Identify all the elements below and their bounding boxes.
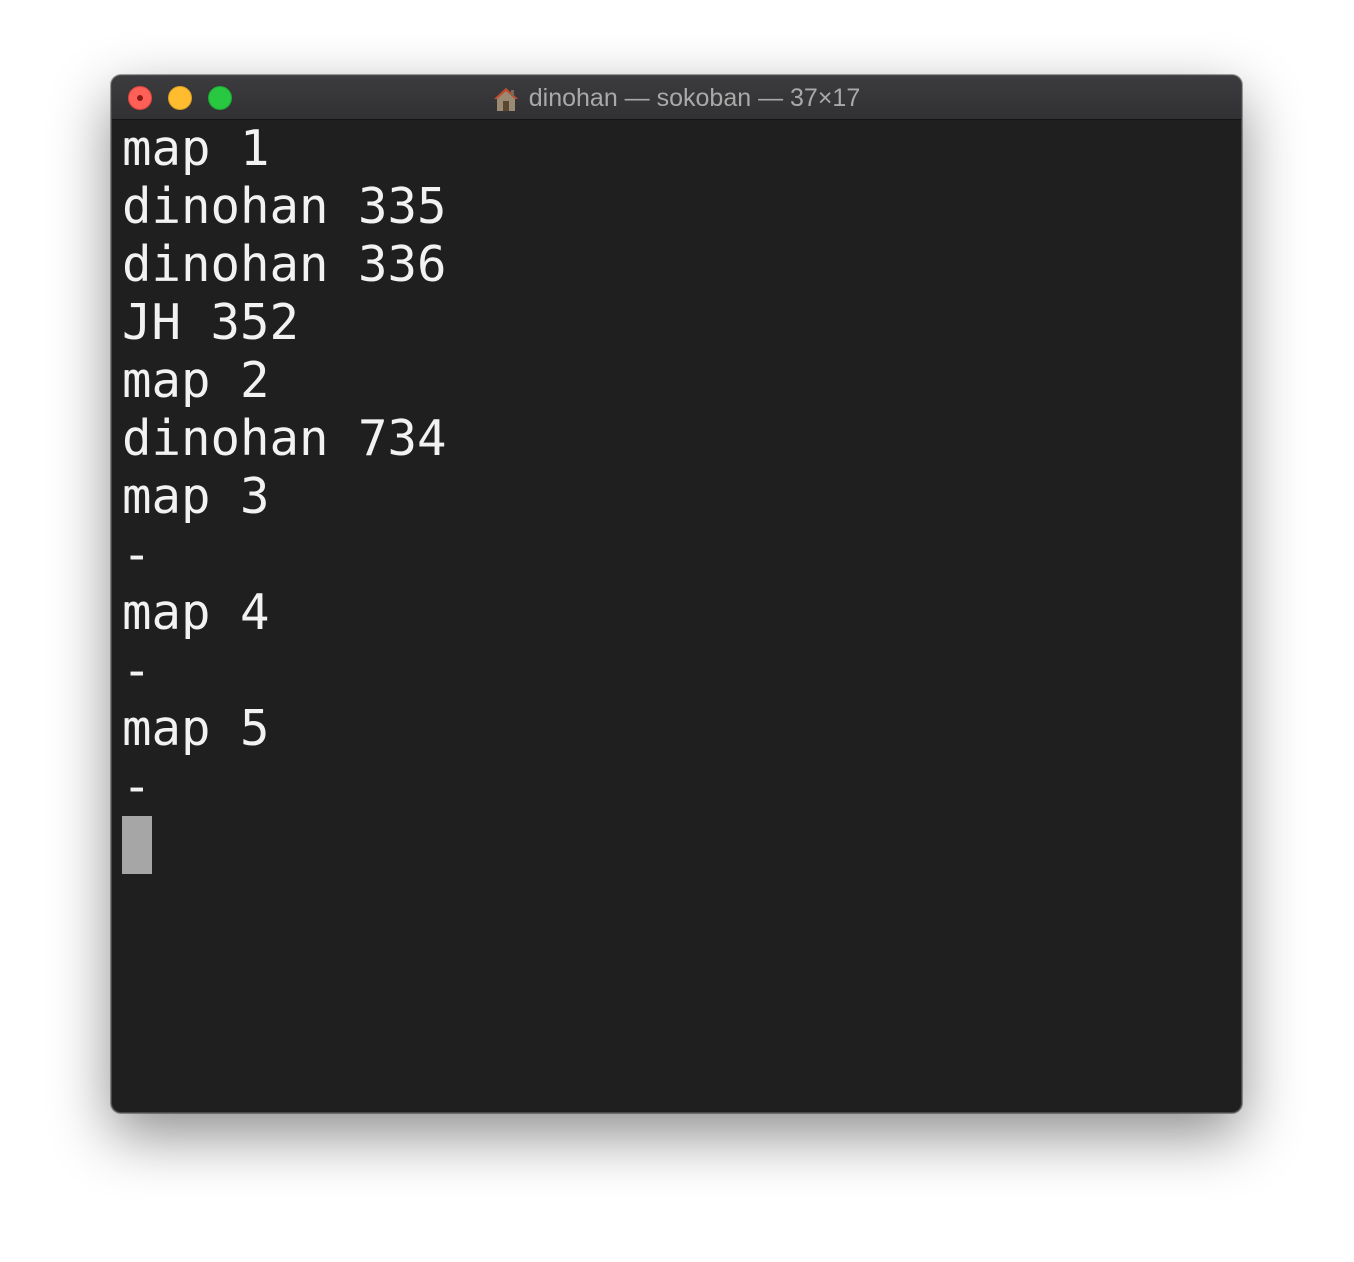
terminal-window: dinohan — sokoban — 37×17 map 1 dinohan … xyxy=(111,75,1242,1113)
terminal-line: dinohan 734 xyxy=(122,410,447,467)
terminal-line: map 1 xyxy=(122,120,270,177)
terminal-line: map 4 xyxy=(122,584,270,641)
terminal-line: dinohan 336 xyxy=(122,236,447,293)
text-cursor xyxy=(122,816,152,874)
terminal-line: map 5 xyxy=(122,700,270,757)
terminal-line: dinohan 335 xyxy=(122,178,447,235)
terminal-line: map 3 xyxy=(122,468,270,525)
terminal-output[interactable]: map 1 dinohan 335 dinohan 336 JH 352 map… xyxy=(122,120,1231,1112)
terminal-line: JH 352 xyxy=(122,294,300,351)
window-title: dinohan — sokoban — 37×17 xyxy=(528,83,861,112)
terminal-line: - xyxy=(122,758,152,815)
title-bar[interactable]: dinohan — sokoban — 37×17 xyxy=(112,76,1241,120)
terminal-line: - xyxy=(122,526,152,583)
terminal-line: - xyxy=(122,642,152,699)
window-title-container: dinohan — sokoban — 37×17 xyxy=(112,76,1241,120)
home-icon xyxy=(493,88,518,111)
terminal-line: map 2 xyxy=(122,352,270,409)
